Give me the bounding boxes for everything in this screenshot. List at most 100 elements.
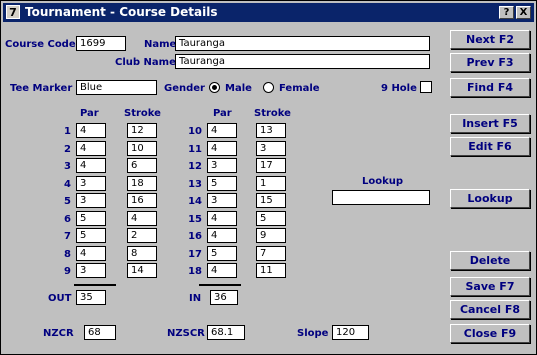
hole-stroke-field[interactable]: 8 <box>127 246 157 261</box>
hole-number: 13 <box>188 179 202 190</box>
hole-stroke-field[interactable]: 16 <box>127 193 157 208</box>
hole-number: 2 <box>64 144 71 155</box>
club-name-label: Club Name <box>115 57 176 68</box>
back-stroke-header: Stroke <box>254 108 291 119</box>
radio-selected-dot <box>212 85 217 90</box>
hole-stroke-field[interactable]: 6 <box>127 158 157 173</box>
hole-par-field[interactable]: 4 <box>76 141 106 156</box>
hole-number: 15 <box>188 214 202 225</box>
in-label: IN <box>189 293 202 304</box>
cancel-button[interactable]: Cancel F8 <box>450 300 530 319</box>
lookup-button[interactable]: Lookup <box>450 189 530 208</box>
hole-par-field[interactable]: 4 <box>76 246 106 261</box>
close-window-button[interactable]: X <box>516 6 531 19</box>
prev-button[interactable]: Prev F3 <box>450 53 530 72</box>
window-title: Tournament - Course Details <box>25 5 218 19</box>
hole-stroke-field[interactable]: 18 <box>127 176 157 191</box>
hole-par-field[interactable]: 3 <box>207 193 237 208</box>
hole-par-field[interactable]: 3 <box>76 176 106 191</box>
lookup-label: Lookup <box>362 176 404 187</box>
hole-stroke-field[interactable]: 7 <box>256 246 286 261</box>
hole-stroke-field[interactable]: 10 <box>127 141 157 156</box>
hole-stroke-field[interactable]: 3 <box>256 141 286 156</box>
hole-par-field[interactable]: 4 <box>207 211 237 226</box>
hole-par-field[interactable]: 5 <box>207 176 237 191</box>
course-code-field[interactable]: 1699 <box>76 36 126 51</box>
hole-stroke-field[interactable]: 2 <box>127 228 157 243</box>
tee-marker-field[interactable]: Blue <box>76 80 157 95</box>
find-button[interactable]: Find F4 <box>450 78 530 97</box>
hole-par-field[interactable]: 3 <box>207 158 237 173</box>
hole-par-field[interactable]: 5 <box>76 211 106 226</box>
hole-stroke-field[interactable]: 15 <box>256 193 286 208</box>
hole-number: 8 <box>64 249 71 260</box>
out-label: OUT <box>48 293 72 304</box>
hole-number: 5 <box>64 196 71 207</box>
next-button[interactable]: Next F2 <box>450 30 530 49</box>
hole-stroke-field[interactable]: 13 <box>256 123 286 138</box>
close-button[interactable]: Close F9 <box>450 324 530 343</box>
hole-number: 9 <box>64 266 71 277</box>
gender-label: Gender <box>164 83 205 94</box>
nzscr-label: NZSCR <box>167 328 205 339</box>
hole-number: 1 <box>64 126 71 137</box>
front-stroke-header: Stroke <box>124 108 161 119</box>
hole-number: 16 <box>188 231 202 242</box>
help-button[interactable]: ? <box>499 6 514 19</box>
title-bar[interactable]: 7 Tournament - Course Details ? X <box>3 3 534 22</box>
slope-field[interactable]: 120 <box>332 325 369 340</box>
hole-par-field[interactable]: 3 <box>76 193 106 208</box>
hole-par-field[interactable]: 5 <box>76 228 106 243</box>
hole-number: 12 <box>188 161 202 172</box>
nzcr-field[interactable]: 68 <box>84 325 116 340</box>
out-total-field[interactable]: 35 <box>76 290 106 305</box>
name-label: Name <box>144 39 177 50</box>
course-code-label: Course Code <box>5 39 76 50</box>
hole-par-field[interactable]: 4 <box>207 263 237 278</box>
hole-par-field[interactable]: 4 <box>76 158 106 173</box>
hole-stroke-field[interactable]: 11 <box>256 263 286 278</box>
hole-stroke-field[interactable]: 4 <box>127 211 157 226</box>
hole-par-field[interactable]: 4 <box>207 228 237 243</box>
front-par-header: Par <box>80 108 99 119</box>
hole-par-field[interactable]: 4 <box>207 141 237 156</box>
hole-stroke-field[interactable]: 5 <box>256 211 286 226</box>
in-total-field[interactable]: 36 <box>210 290 238 305</box>
male-radio[interactable] <box>209 82 220 93</box>
hole-number: 11 <box>188 144 202 155</box>
hole-par-field[interactable]: 3 <box>76 263 106 278</box>
nine-hole-label: 9 Hole <box>381 83 417 94</box>
hole-stroke-field[interactable]: 12 <box>127 123 157 138</box>
course-details-window: 7 Tournament - Course Details ? X Course… <box>0 0 537 355</box>
tee-marker-label: Tee Marker <box>10 83 73 94</box>
back-par-header: Par <box>213 108 232 119</box>
hole-stroke-field[interactable]: 14 <box>127 263 157 278</box>
hole-number: 18 <box>188 266 202 277</box>
hole-par-field[interactable]: 4 <box>207 123 237 138</box>
hole-stroke-field[interactable]: 17 <box>256 158 286 173</box>
nzscr-field[interactable]: 68.1 <box>207 325 245 340</box>
male-label: Male <box>225 83 252 94</box>
delete-button[interactable]: Delete <box>450 251 530 270</box>
edit-button[interactable]: Edit F6 <box>450 137 530 156</box>
lookup-field[interactable] <box>332 190 430 205</box>
hole-par-field[interactable]: 4 <box>76 123 106 138</box>
app-icon: 7 <box>6 5 20 19</box>
hole-stroke-field[interactable]: 1 <box>256 176 286 191</box>
hole-number: 4 <box>64 179 71 190</box>
hole-stroke-field[interactable]: 9 <box>256 228 286 243</box>
club-name-field[interactable]: Tauranga <box>175 54 430 69</box>
hole-par-field[interactable]: 5 <box>207 246 237 261</box>
hole-number: 3 <box>64 161 71 172</box>
hole-number: 17 <box>188 249 202 260</box>
save-button[interactable]: Save F7 <box>450 277 530 296</box>
out-total-separator <box>74 284 116 286</box>
slope-label: Slope <box>297 328 329 339</box>
hole-number: 7 <box>64 231 71 242</box>
nine-hole-checkbox[interactable] <box>420 81 432 93</box>
insert-button[interactable]: Insert F5 <box>450 114 530 133</box>
female-radio[interactable] <box>263 82 274 93</box>
name-field[interactable]: Tauranga <box>175 36 430 51</box>
hole-number: 6 <box>64 214 71 225</box>
in-total-separator <box>199 284 241 286</box>
